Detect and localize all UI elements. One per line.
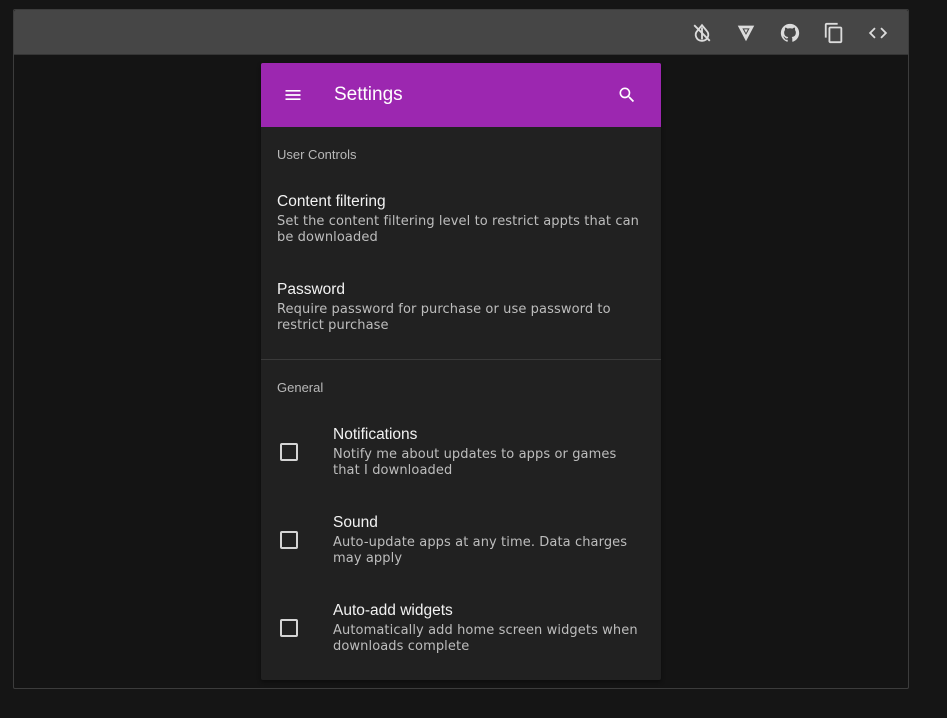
github-icon[interactable] bbox=[777, 20, 803, 46]
list-item-title: Content filtering bbox=[277, 193, 386, 210]
code-icon[interactable] bbox=[865, 20, 891, 46]
sound-checkbox[interactable] bbox=[280, 531, 298, 549]
vuetify-logo-icon[interactable] bbox=[733, 20, 759, 46]
list-item-title: Password bbox=[277, 281, 346, 298]
notifications-checkbox[interactable] bbox=[280, 443, 298, 461]
subheader-user-controls: User Controls bbox=[277, 147, 357, 162]
subheader-general: General bbox=[277, 380, 324, 395]
demo-frame: Settings User Controls Content filtering… bbox=[13, 9, 909, 689]
list-item-subtitle: Auto-update apps at any time. Data charg… bbox=[333, 535, 628, 566]
divider bbox=[261, 359, 661, 360]
list-item-subtitle: Automatically add home screen widgets wh… bbox=[333, 623, 638, 654]
list-item-subtitle: Notify me about updates to apps or games… bbox=[333, 447, 617, 478]
app-bar: Settings bbox=[261, 63, 661, 127]
page-title: Settings bbox=[334, 84, 403, 105]
list-item-sound[interactable]: Sound Auto-update apps at any time. Data… bbox=[261, 514, 661, 574]
list-item-subtitle: Set the content filtering level to restr… bbox=[277, 214, 639, 245]
list-item-auto-add-widgets[interactable]: Auto-add widgets Automatically add home … bbox=[261, 602, 661, 662]
list-item-notifications[interactable]: Notifications Notify me about updates to… bbox=[261, 426, 661, 486]
settings-card: Settings User Controls Content filtering… bbox=[261, 63, 661, 680]
list-item-subtitle: Require password for purchase or use pas… bbox=[277, 302, 611, 333]
list-item-content-filtering[interactable]: Content filtering Set the content filter… bbox=[261, 193, 661, 253]
list-item-title: Auto-add widgets bbox=[333, 602, 453, 619]
invert-colors-off-icon[interactable] bbox=[689, 20, 715, 46]
list-item-title: Notifications bbox=[333, 426, 418, 443]
list-item-title: Sound bbox=[333, 514, 378, 531]
auto-add-widgets-checkbox[interactable] bbox=[280, 619, 298, 637]
list-item-password[interactable]: Password Require password for purchase o… bbox=[261, 281, 661, 341]
clipboard-icon[interactable] bbox=[821, 20, 847, 46]
menu-icon[interactable] bbox=[281, 83, 305, 107]
search-icon[interactable] bbox=[615, 83, 639, 107]
demo-toolbar bbox=[14, 10, 908, 55]
